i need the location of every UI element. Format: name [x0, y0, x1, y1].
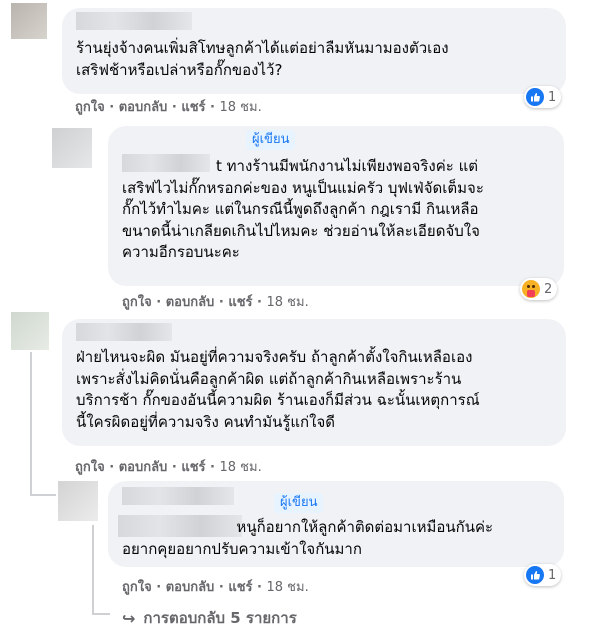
timestamp[interactable]: 18 ชม. [267, 291, 309, 312]
share-link[interactable]: แชร์ [228, 291, 252, 312]
comment-actions: ถูกใจ · ตอบกลับ · แชร์ · 18 ชม. [122, 291, 309, 312]
comment-bubble: ฝ่ายไหนจะผิด มันอยู่ที่ความจริงครับ ถ้าล… [62, 319, 566, 446]
author-name-redacted[interactable] [76, 323, 172, 341]
reaction-count[interactable]: 1 [524, 86, 562, 108]
reply-link[interactable]: ตอบกลับ [119, 96, 168, 117]
reaction-count[interactable]: 2 [520, 278, 558, 300]
author-name-redacted[interactable] [76, 12, 192, 30]
avatar[interactable] [11, 3, 47, 39]
avatar[interactable] [52, 128, 92, 168]
timestamp[interactable]: 18 ชม. [220, 96, 262, 117]
share-link[interactable]: แชร์ [228, 576, 252, 597]
thread-line [92, 613, 110, 615]
reaction-number: 1 [548, 89, 557, 105]
like-link[interactable]: ถูกใจ [75, 96, 105, 117]
reaction-count[interactable]: 1 [524, 564, 562, 586]
author-badge: ผู้เขียน [274, 493, 324, 513]
author-name-redacted[interactable] [122, 487, 234, 505]
comment-text: หนูก็อยากให้ลูกค้าติดต่อมาเหมือนกันค่ะ อ… [122, 518, 494, 558]
comment-bubble: ผู้เขียน หนูก็อยากให้ลูกค้าติดต่อมาเหมือ… [108, 481, 564, 567]
comment-actions: ถูกใจ · ตอบกลับ · แชร์ · 18 ชม. [75, 456, 262, 477]
timestamp[interactable]: 18 ชม. [267, 576, 309, 597]
comment-actions: ถูกใจ · ตอบกลับ · แชร์ · 18 ชม. [122, 576, 309, 597]
timestamp[interactable]: 18 ชม. [220, 456, 262, 477]
comment-text: ฝ่ายไหนจะผิด มันอยู่ที่ความจริงครับ ถ้าล… [76, 348, 480, 431]
reaction-number: 1 [548, 567, 557, 583]
thread-line [92, 525, 94, 615]
like-link[interactable]: ถูกใจ [75, 456, 105, 477]
share-link[interactable]: แชร์ [181, 96, 205, 117]
reaction-number: 2 [544, 281, 553, 297]
view-more-replies-link[interactable]: ↪ การตอบกลับ 5 รายการ [122, 606, 297, 630]
like-icon [526, 566, 544, 584]
comment-bubble: ร้านยุ่งจ้างคนเพิ่มสิโทษลูกค้าได้แต่อย่า… [62, 8, 566, 94]
share-link[interactable]: แชร์ [181, 456, 205, 477]
comment-actions: ถูกใจ · ตอบกลับ · แชร์ · 18 ชม. [75, 96, 262, 117]
author-badge: ผู้เขียน [246, 130, 296, 150]
thread-line [30, 352, 32, 496]
comment-text: ร้านยุ่งจ้างคนเพิ่มสิโทษลูกค้าได้แต่อย่า… [76, 39, 449, 79]
care-icon [522, 280, 540, 298]
avatar[interactable] [11, 312, 49, 350]
like-link[interactable]: ถูกใจ [122, 291, 152, 312]
comment-bubble: ผู้เขียน t ทางร้านมีพนักงานไม่เพียงพอจริ… [108, 126, 564, 286]
more-replies-label: การตอบกลับ 5 รายการ [143, 609, 297, 627]
thread-line [30, 494, 56, 496]
reply-link[interactable]: ตอบกลับ [119, 456, 168, 477]
like-icon [526, 88, 544, 106]
like-link[interactable]: ถูกใจ [122, 576, 152, 597]
reply-link[interactable]: ตอบกลับ [166, 291, 215, 312]
avatar[interactable] [58, 481, 98, 521]
reply-arrow-icon: ↪ [122, 608, 136, 628]
reply-link[interactable]: ตอบกลับ [166, 576, 215, 597]
comment-text: t ทางร้านมีพนักงานไม่เพียงพอจริงค่ะ แต่ … [122, 157, 484, 261]
